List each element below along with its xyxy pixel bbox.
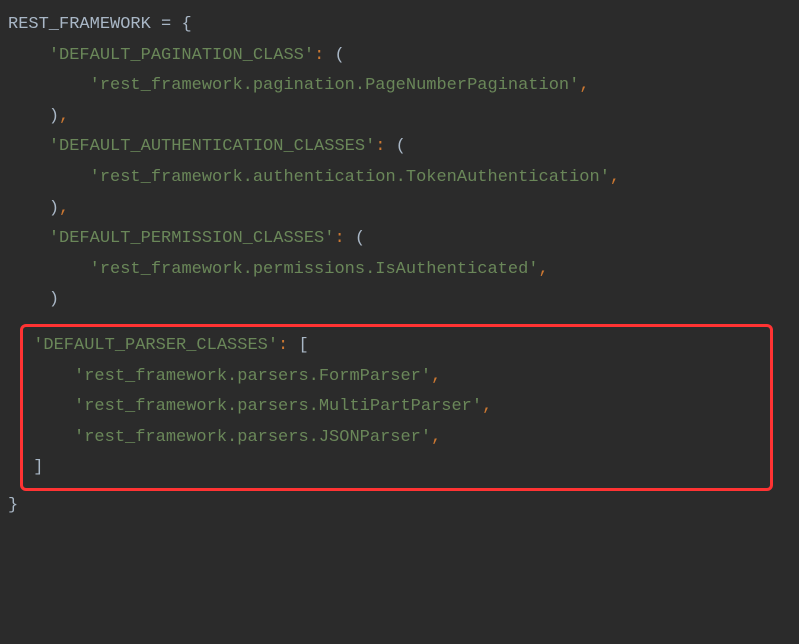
comma: , bbox=[482, 397, 492, 416]
colon: : bbox=[375, 137, 395, 156]
entry-3-value-1: 'rest_framework.parsers.MultiPartParser'… bbox=[23, 392, 770, 423]
open-paren: ( bbox=[355, 229, 365, 248]
entry-1-close-line: ), bbox=[8, 194, 791, 225]
code-close-line: } bbox=[8, 491, 791, 522]
string-value: 'rest_framework.parsers.JSONParser' bbox=[74, 428, 431, 447]
entry-1-key-line: 'DEFAULT_AUTHENTICATION_CLASSES': ( bbox=[8, 132, 791, 163]
dict-key: 'DEFAULT_PARSER_CLASSES' bbox=[33, 336, 278, 355]
comma: , bbox=[610, 168, 620, 187]
comma: , bbox=[539, 260, 549, 279]
open-bracket: [ bbox=[298, 336, 308, 355]
open-brace: { bbox=[181, 15, 191, 34]
assign-operator: = bbox=[151, 15, 182, 34]
close-paren: ) bbox=[49, 199, 59, 218]
entry-1-value-line: 'rest_framework.authentication.TokenAuth… bbox=[8, 163, 791, 194]
comma: , bbox=[59, 199, 69, 218]
entry-2-key-line: 'DEFAULT_PERMISSION_CLASSES': ( bbox=[8, 224, 791, 255]
close-paren: ) bbox=[49, 107, 59, 126]
variable-name: REST_FRAMEWORK bbox=[8, 15, 151, 34]
string-value: 'rest_framework.authentication.TokenAuth… bbox=[90, 168, 610, 187]
close-brace: } bbox=[8, 496, 18, 515]
close-paren: ) bbox=[49, 290, 59, 309]
entry-3-value-2: 'rest_framework.parsers.JSONParser', bbox=[23, 423, 770, 454]
highlighted-section: 'DEFAULT_PARSER_CLASSES': [ 'rest_framew… bbox=[20, 324, 773, 491]
string-value: 'rest_framework.parsers.MultiPartParser' bbox=[74, 397, 482, 416]
code-line-0: REST_FRAMEWORK = { bbox=[8, 10, 791, 41]
open-paren: ( bbox=[334, 46, 344, 65]
entry-2-close-line: ) bbox=[8, 285, 791, 316]
dict-key: 'DEFAULT_AUTHENTICATION_CLASSES' bbox=[49, 137, 375, 156]
string-value: 'rest_framework.permissions.IsAuthentica… bbox=[90, 260, 539, 279]
close-bracket: ] bbox=[33, 458, 43, 477]
entry-3-close-line: ] bbox=[23, 453, 770, 484]
colon: : bbox=[334, 229, 354, 248]
string-value: 'rest_framework.pagination.PageNumberPag… bbox=[90, 76, 580, 95]
entry-3-value-0: 'rest_framework.parsers.FormParser', bbox=[23, 362, 770, 393]
comma: , bbox=[579, 76, 589, 95]
colon: : bbox=[314, 46, 334, 65]
string-value: 'rest_framework.parsers.FormParser' bbox=[74, 367, 431, 386]
entry-0-value-line: 'rest_framework.pagination.PageNumberPag… bbox=[8, 71, 791, 102]
dict-key: 'DEFAULT_PERMISSION_CLASSES' bbox=[49, 229, 335, 248]
entry-0-close-line: ), bbox=[8, 102, 791, 133]
open-paren: ( bbox=[396, 137, 406, 156]
comma: , bbox=[431, 367, 441, 386]
comma: , bbox=[431, 428, 441, 447]
entry-2-value-line: 'rest_framework.permissions.IsAuthentica… bbox=[8, 255, 791, 286]
entry-0-key-line: 'DEFAULT_PAGINATION_CLASS': ( bbox=[8, 41, 791, 72]
dict-key: 'DEFAULT_PAGINATION_CLASS' bbox=[49, 46, 314, 65]
colon: : bbox=[278, 336, 298, 355]
entry-3-key-line: 'DEFAULT_PARSER_CLASSES': [ bbox=[23, 331, 770, 362]
comma: , bbox=[59, 107, 69, 126]
